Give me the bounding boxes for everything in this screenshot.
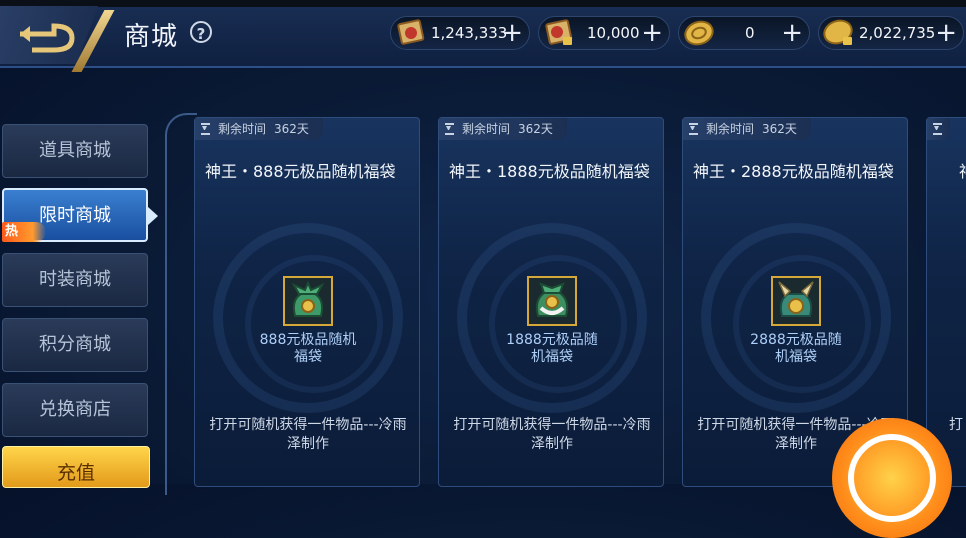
add-locked-scroll-button[interactable]: + xyxy=(641,18,663,48)
nav-item-label: 道具商城 xyxy=(39,140,111,161)
currency-gold: 0 + xyxy=(678,16,810,50)
recharge-label: 充值 xyxy=(56,462,95,484)
nav-item-props-shop[interactable]: 道具商城 xyxy=(2,124,148,178)
add-locked-gold-button[interactable]: + xyxy=(935,18,957,48)
product-card-partial[interactable]: 神 打 xyxy=(926,117,966,487)
nav-item-label: 限时商城 xyxy=(39,205,111,226)
locked-scroll-icon xyxy=(545,19,573,45)
nav-item-fashion-shop[interactable]: 时装商城 xyxy=(2,253,148,307)
remaining-time xyxy=(927,118,950,140)
nav-item-limited-shop[interactable]: 限时商城 热 xyxy=(2,188,158,242)
back-icon xyxy=(20,23,75,53)
nav-item-label: 兑换商店 xyxy=(39,399,111,420)
timer-label: 剩余时间 xyxy=(462,122,511,136)
nav-item-label: 积分商城 xyxy=(39,334,111,355)
remaining-time: 剩余时间 362天 xyxy=(439,118,567,140)
back-button[interactable] xyxy=(0,6,118,72)
timer-days: 362天 xyxy=(274,122,309,136)
product-description: 打开可随机获得一件物品---冷雨泽制作 xyxy=(453,417,651,452)
item-slot[interactable] xyxy=(771,276,821,326)
remaining-time: 剩余时间 362天 xyxy=(195,118,323,140)
remaining-time: 剩余时间 362天 xyxy=(683,118,811,140)
product-card[interactable]: 剩余时间 362天 神王・1888元极品随机福袋 1888元极品随机福袋 打开可随… xyxy=(438,117,664,487)
currency-value: 2,022,735 xyxy=(859,24,936,42)
nav-item-points-shop[interactable]: 积分商城 xyxy=(2,318,148,372)
product-description: 打 xyxy=(949,417,963,433)
hourglass-icon xyxy=(201,123,210,135)
hourglass-icon xyxy=(445,123,454,135)
hot-badge: 热 xyxy=(2,222,46,242)
currency-locked-scroll: 10,000 + xyxy=(538,16,670,50)
timer-days: 362天 xyxy=(762,122,797,136)
add-scroll-button[interactable]: + xyxy=(501,18,523,48)
recharge-button[interactable]: 充值 xyxy=(2,446,150,488)
item-slot[interactable] xyxy=(527,276,577,326)
product-description: 打开可随机获得一件物品---冷雨泽制作 xyxy=(209,417,407,452)
currency-scroll: 1,243,333 + xyxy=(390,16,530,50)
nav-item-label: 时装商城 xyxy=(39,269,111,290)
top-bar: 商城 ? 1,243,333 + 10,000 + 0 + 2,022,735 xyxy=(0,0,966,72)
item-name: 2888元极品随机福袋 xyxy=(750,332,842,365)
currency-locked-gold: 2,022,735 + xyxy=(818,16,964,50)
timer-days: 362天 xyxy=(518,122,553,136)
nav-item-exchange-store[interactable]: 兑换商店 xyxy=(2,383,148,437)
hourglass-icon xyxy=(933,123,942,135)
timer-label: 剩余时间 xyxy=(218,122,267,136)
hourglass-icon xyxy=(689,123,698,135)
item-name: 1888元极品随机福袋 xyxy=(506,332,598,365)
orange-logo-badge xyxy=(832,418,952,538)
product-name: 神王・1888元极品随机福袋 xyxy=(449,162,650,181)
help-icon[interactable]: ? xyxy=(190,21,212,43)
scroll-icon xyxy=(397,19,425,45)
page-title: 商城 xyxy=(124,22,179,52)
product-name: 神王・888元极品随机福袋 xyxy=(205,162,396,181)
item-slot[interactable] xyxy=(283,276,333,326)
product-card[interactable]: 剩余时间 362天 神王・888元极品随机福袋 888元极品随机福袋 打开可随机获… xyxy=(194,117,420,487)
currency-value: 1,243,333 xyxy=(431,24,508,42)
lucky-bag-icon xyxy=(291,280,325,317)
product-name: 神王・2888元极品随机福袋 xyxy=(693,162,894,181)
currency-value: 0 xyxy=(745,24,755,42)
item-name: 888元极品随机福袋 xyxy=(259,332,357,365)
shop-area-frame xyxy=(165,113,197,495)
lucky-bag-icon xyxy=(535,282,569,317)
product-name: 神 xyxy=(959,158,966,182)
top-strip xyxy=(0,0,966,7)
add-gold-button[interactable]: + xyxy=(781,18,803,48)
gold-coin-icon xyxy=(684,20,714,46)
timer-label: 剩余时间 xyxy=(706,122,755,136)
lucky-bag-icon xyxy=(778,281,814,317)
currency-value: 10,000 xyxy=(587,24,640,42)
locked-gold-coin-icon xyxy=(823,19,853,45)
